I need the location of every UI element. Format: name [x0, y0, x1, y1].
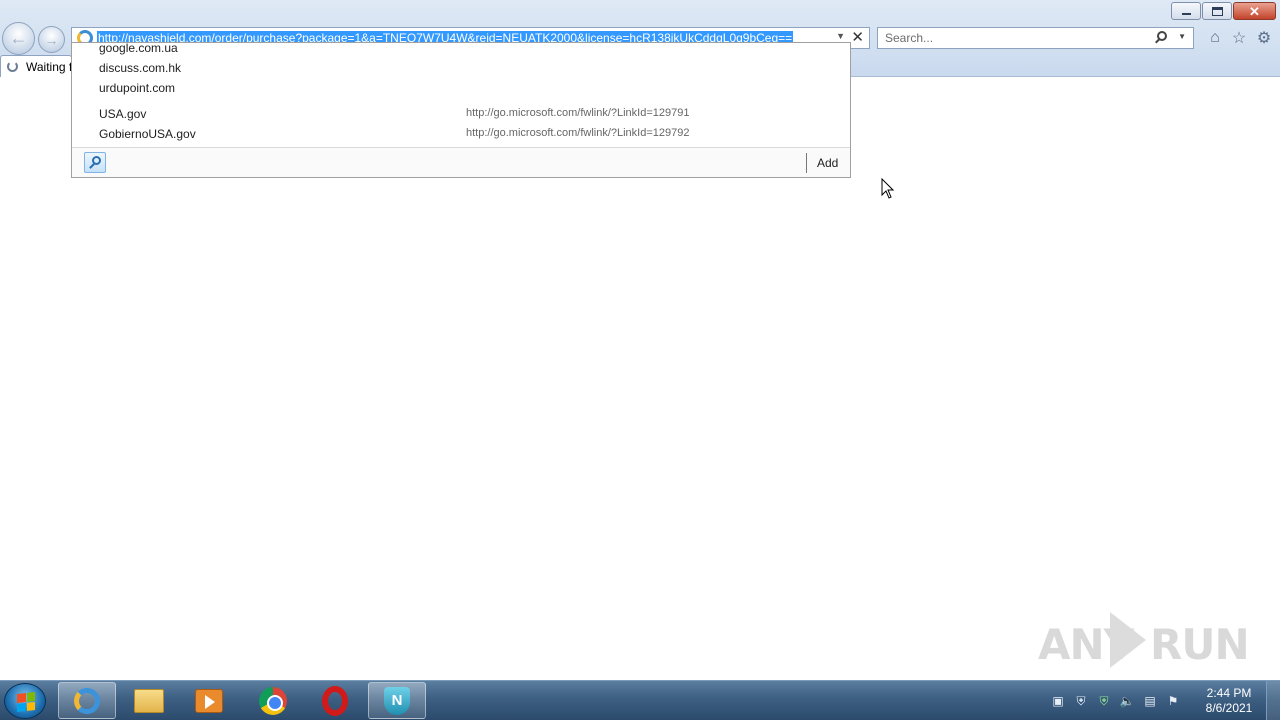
favorite-url: http://go.microsoft.com/fwlink/?LinkId=1…: [466, 127, 690, 139]
chevron-down-icon[interactable]: ▼: [836, 31, 845, 41]
favorite-name: USA.gov: [99, 107, 147, 121]
favorite-url: http://go.microsoft.com/fwlink/?LinkId=1…: [466, 107, 690, 119]
restore-button[interactable]: [1202, 2, 1232, 20]
search-placeholder: Search...: [885, 31, 934, 45]
add-search-provider-button[interactable]: Add: [817, 156, 838, 170]
divider: [806, 153, 807, 173]
clock-date: 8/6/2021: [1205, 701, 1253, 715]
windows-logo-icon: [17, 692, 35, 712]
media-player-icon: [195, 688, 223, 713]
mouse-cursor-icon: [881, 178, 895, 199]
power-icon[interactable]: ▤: [1142, 693, 1158, 709]
tab-loading[interactable]: Waiting f: [0, 55, 72, 77]
show-desktop-button[interactable]: [1266, 681, 1280, 720]
dropdown-footer: Add: [72, 147, 850, 177]
taskbar-app-opera[interactable]: [306, 682, 364, 719]
search-input[interactable]: Search... ▼: [877, 27, 1194, 49]
history-item[interactable]: discuss.com.hk: [99, 61, 181, 75]
internet-explorer-icon: [74, 687, 100, 714]
window-controls: ✕: [1171, 2, 1276, 20]
start-button[interactable]: [4, 683, 46, 719]
action-center-flag-icon[interactable]: ⚑: [1165, 693, 1181, 709]
close-icon: ✕: [1249, 3, 1260, 19]
security-shield-icon[interactable]: ⛨: [1073, 693, 1089, 709]
network-icon[interactable]: ▣: [1050, 693, 1066, 709]
close-window-button[interactable]: ✕: [1233, 2, 1276, 20]
favorites-star-icon[interactable]: ☆: [1230, 29, 1248, 47]
shield-app-icon: N: [384, 686, 410, 715]
stop-icon[interactable]: ✕: [851, 29, 864, 47]
system-clock[interactable]: 2:44 PM 8/6/2021: [1196, 686, 1262, 716]
forward-button[interactable]: →: [38, 26, 65, 53]
taskbar-app-internet-explorer[interactable]: [58, 682, 116, 719]
system-tray: ▣ ⛨ ⛨ 🔈 ▤ ⚑: [1050, 693, 1181, 709]
taskbar-app-chrome[interactable]: [244, 682, 302, 719]
arrow-left-icon: ←: [9, 28, 28, 48]
volume-icon[interactable]: 🔈: [1119, 693, 1135, 709]
loading-spinner-icon: [7, 61, 18, 72]
search-options-icon[interactable]: ▼: [1178, 32, 1186, 41]
chrome-icon: [259, 686, 287, 715]
folder-icon: [134, 688, 164, 713]
taskbar-app-media-player[interactable]: [180, 682, 238, 719]
arrow-right-icon: →: [44, 31, 59, 48]
search-provider-button[interactable]: [84, 152, 106, 173]
play-icon: [1110, 612, 1146, 668]
address-suggestions-dropdown: google.com.ua discuss.com.hk urdupoint.c…: [71, 42, 851, 178]
search-icon[interactable]: [1157, 31, 1167, 41]
gear-icon[interactable]: ⚙: [1255, 29, 1273, 47]
taskbar-app-file-explorer[interactable]: [120, 682, 178, 719]
taskbar: N ▣ ⛨ ⛨ 🔈 ▤ ⚑ 2:44 PM 8/6/2021: [0, 680, 1280, 720]
antivirus-shield-icon[interactable]: ⛨: [1096, 693, 1112, 709]
home-icon[interactable]: ⌂: [1206, 29, 1224, 47]
minimize-button[interactable]: [1171, 2, 1201, 20]
back-button[interactable]: ←: [2, 22, 35, 55]
watermark-right: RUN: [1150, 620, 1250, 669]
search-icon: [92, 156, 101, 165]
watermark-logo: ANY RUN: [1038, 612, 1250, 672]
history-item[interactable]: urdupoint.com: [99, 81, 175, 95]
minimize-icon: [1181, 13, 1191, 15]
restore-icon: [1211, 6, 1223, 16]
history-item[interactable]: google.com.ua: [99, 43, 178, 55]
opera-icon: [322, 685, 348, 716]
clock-time: 2:44 PM: [1206, 686, 1252, 700]
tab-title: Waiting f: [26, 59, 72, 74]
favorite-name: GobiernoUSA.gov: [99, 127, 196, 141]
taskbar-app-navashield[interactable]: N: [368, 682, 426, 719]
